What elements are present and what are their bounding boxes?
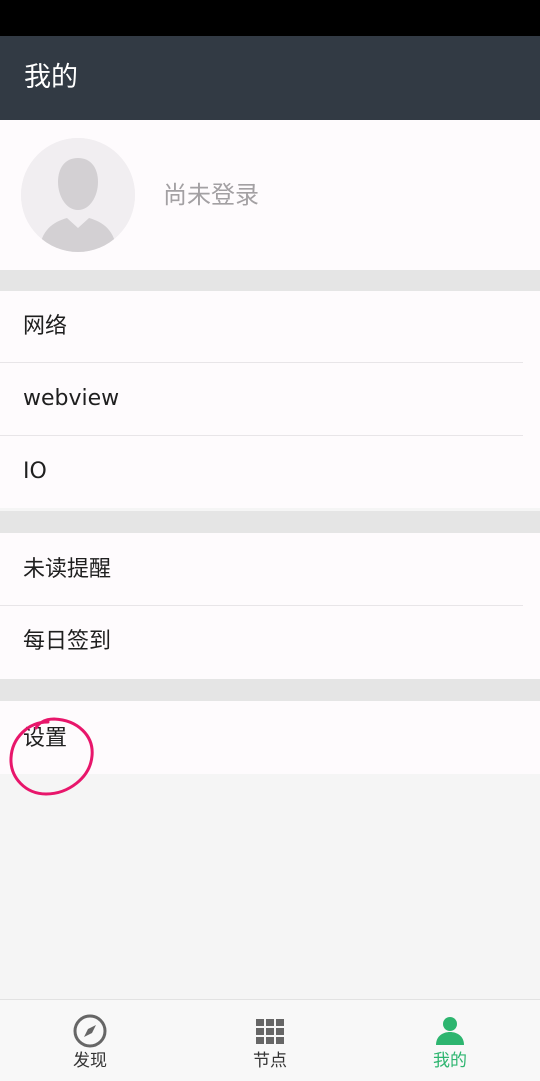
tab-label: 节点 bbox=[253, 1051, 287, 1071]
menu-item-webview[interactable]: webview bbox=[0, 363, 540, 436]
menu-item-label: webview bbox=[23, 386, 120, 411]
avatar[interactable] bbox=[21, 138, 135, 252]
section-gap bbox=[0, 679, 540, 701]
menu-item-label: 未读提醒 bbox=[23, 557, 112, 582]
settings-section-1: 网络 webview IO bbox=[0, 291, 540, 508]
menu-item-settings[interactable]: 设置 bbox=[0, 701, 540, 774]
tab-label: 发现 bbox=[73, 1051, 107, 1071]
menu-item-io[interactable]: IO bbox=[0, 436, 540, 508]
menu-item-label: 网络 bbox=[23, 314, 68, 339]
menu-item-unread-reminder[interactable]: 未读提醒 bbox=[0, 533, 540, 606]
grid-icon bbox=[256, 1019, 284, 1044]
section-gap bbox=[0, 511, 540, 533]
settings-section-2: 未读提醒 每日签到 bbox=[0, 533, 540, 679]
menu-item-daily-checkin[interactable]: 每日签到 bbox=[0, 606, 540, 679]
tab-mine[interactable]: 我的 bbox=[360, 1000, 540, 1081]
menu-item-network[interactable]: 网络 bbox=[0, 291, 540, 363]
bottom-navigation: 发现 节点 我的 bbox=[0, 999, 540, 1081]
app-bar: 我的 bbox=[0, 36, 540, 120]
menu-item-label: IO bbox=[23, 459, 47, 484]
login-status[interactable]: 尚未登录 bbox=[163, 178, 259, 212]
tab-label: 我的 bbox=[433, 1051, 467, 1071]
section-gap bbox=[0, 270, 540, 291]
settings-section-3: 设置 bbox=[0, 701, 540, 774]
person-icon bbox=[436, 1017, 464, 1045]
tab-discover[interactable]: 发现 bbox=[0, 1000, 180, 1081]
menu-item-label: 设置 bbox=[23, 726, 68, 751]
tab-nodes[interactable]: 节点 bbox=[180, 1000, 360, 1081]
profile-card[interactable]: 尚未登录 bbox=[0, 120, 540, 270]
menu-item-label: 每日签到 bbox=[23, 629, 112, 654]
default-user-avatar-icon bbox=[21, 138, 135, 252]
compass-icon bbox=[73, 1014, 107, 1048]
page-title: 我的 bbox=[24, 62, 78, 93]
status-bar bbox=[0, 0, 540, 36]
